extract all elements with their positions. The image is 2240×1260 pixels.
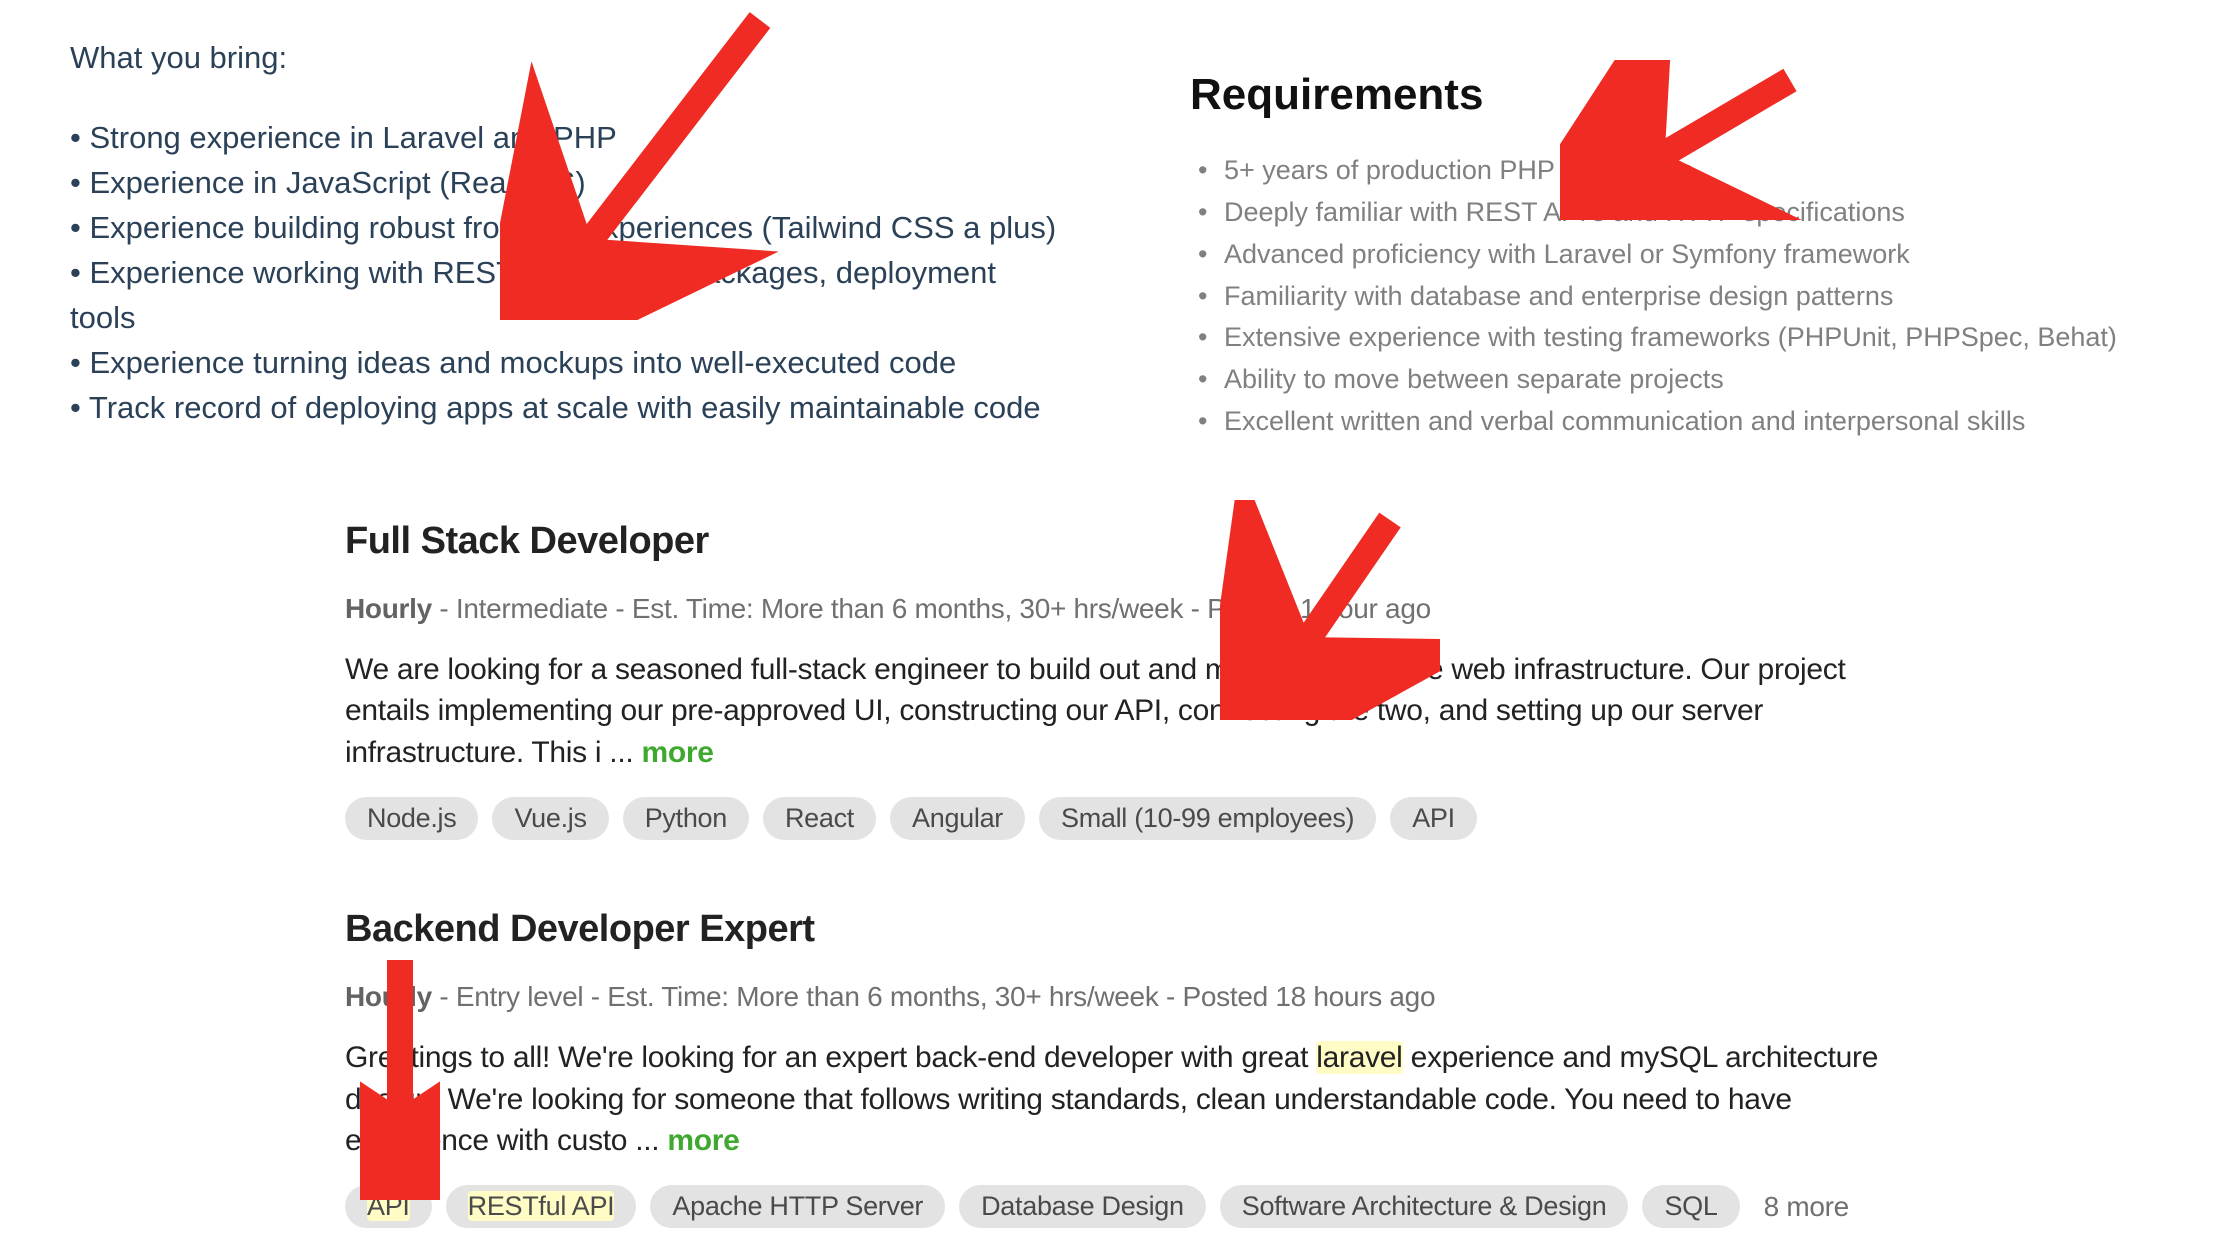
bullet-item: • Experience in JavaScript (React.JS): [70, 161, 1070, 206]
more-link[interactable]: more: [667, 1124, 739, 1157]
bullet-item: • Experience working with REST API's, co…: [70, 251, 1070, 341]
requirements-heading: Requirements: [1190, 70, 2140, 120]
skill-tag[interactable]: Python: [623, 797, 749, 840]
requirement-item: Advanced proficiency with Laravel or Sym…: [1190, 234, 2140, 276]
job-card: Full Stack Developer Hourly - Intermedia…: [345, 520, 1905, 840]
skill-tag[interactable]: React: [763, 797, 876, 840]
job-description: Greetings to all! We're looking for an e…: [345, 1037, 1905, 1161]
requirement-item: Familiarity with database and enterprise…: [1190, 276, 2140, 318]
tag-row: API RESTful API Apache HTTP Server Datab…: [345, 1185, 1905, 1228]
bullet-item: • Track record of deploying apps at scal…: [70, 386, 1070, 431]
tag-row: Node.js Vue.js Python React Angular Smal…: [345, 797, 1905, 840]
skill-tag[interactable]: RESTful API: [446, 1185, 637, 1228]
highlighted-term: laravel: [1316, 1041, 1402, 1074]
skill-tag[interactable]: SQL: [1642, 1185, 1739, 1228]
skill-tag[interactable]: API: [345, 1185, 432, 1228]
job-title[interactable]: Backend Developer Expert: [345, 908, 1905, 951]
skill-tag[interactable]: Software Architecture & Design: [1220, 1185, 1629, 1228]
job-meta-rest: - Entry level - Est. Time: More than 6 m…: [432, 981, 1435, 1012]
requirements-block: Requirements 5+ years of production PHP …: [1190, 70, 2140, 443]
skill-tag[interactable]: Database Design: [959, 1185, 1206, 1228]
skill-tag[interactable]: Node.js: [345, 797, 478, 840]
job-meta: Hourly - Entry level - Est. Time: More t…: [345, 981, 1905, 1013]
requirement-item: Extensive experience with testing framew…: [1190, 317, 2140, 359]
job-meta: Hourly - Intermediate - Est. Time: More …: [345, 593, 1905, 625]
job-listings: Full Stack Developer Hourly - Intermedia…: [345, 520, 1905, 1228]
bullet-item: • Strong experience in Laravel and PHP: [70, 116, 1070, 161]
job-desc-text: We are looking for a seasoned full-stack…: [345, 653, 1846, 769]
bullet-item: • Experience turning ideas and mockups i…: [70, 341, 1070, 386]
skill-tag[interactable]: Apache HTTP Server: [650, 1185, 945, 1228]
job-hourly-label: Hourly: [345, 981, 432, 1012]
job-desc-text: Greetings to all! We're looking for an e…: [345, 1041, 1316, 1074]
job-card: Backend Developer Expert Hourly - Entry …: [345, 908, 1905, 1228]
skill-tag[interactable]: Angular: [890, 797, 1025, 840]
requirement-item: Deeply familiar with REST API's and HTTP…: [1190, 192, 2140, 234]
highlighted-term: RESTful API: [468, 1191, 615, 1221]
more-tags-label[interactable]: 8 more: [1764, 1191, 1849, 1223]
requirement-item: Ability to move between separate project…: [1190, 359, 2140, 401]
more-link[interactable]: more: [641, 736, 713, 769]
skill-tag[interactable]: Vue.js: [492, 797, 608, 840]
bullet-item: • Experience building robust frontend ex…: [70, 206, 1070, 251]
what-you-bring-block: What you bring: • Strong experience in L…: [70, 40, 1070, 431]
requirement-item: 5+ years of production PHP experience: [1190, 150, 2140, 192]
skill-tag[interactable]: Small (10-99 employees): [1039, 797, 1376, 840]
highlighted-term: API: [367, 1191, 410, 1221]
job-title[interactable]: Full Stack Developer: [345, 520, 1905, 563]
what-you-bring-heading: What you bring:: [70, 40, 1070, 76]
requirement-item: Excellent written and verbal communicati…: [1190, 401, 2140, 443]
job-meta-rest: - Intermediate - Est. Time: More than 6 …: [432, 593, 1431, 624]
skill-tag[interactable]: API: [1390, 797, 1477, 840]
job-description: We are looking for a seasoned full-stack…: [345, 649, 1905, 773]
job-hourly-label: Hourly: [345, 593, 432, 624]
